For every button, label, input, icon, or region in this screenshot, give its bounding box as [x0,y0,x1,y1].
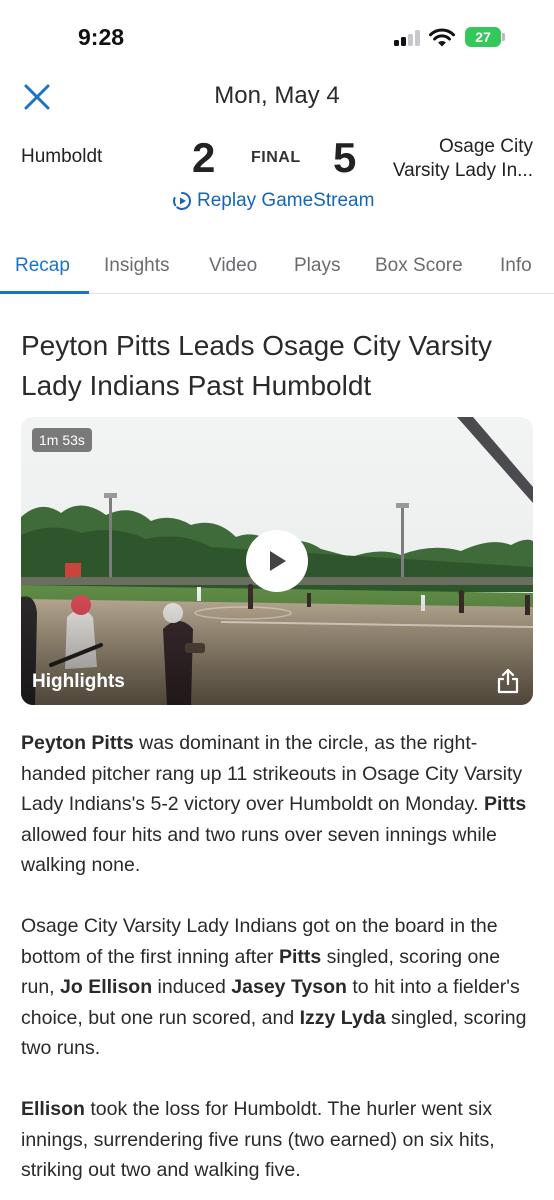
video-title: Highlights [32,671,125,692]
text-run: took the loss for Humboldt. The hurler w… [21,1098,495,1181]
tab-video[interactable]: Video [209,255,257,277]
tab-insights[interactable]: Insights [104,255,169,277]
replay-gamestream-link[interactable]: Replay GameStream [172,190,374,212]
wifi-icon [429,28,455,47]
video-duration: 1m 53s [32,428,92,452]
article-body: Peyton Pitts was dominant in the circle,… [21,728,533,1200]
cellular-signal-icon [394,30,422,46]
away-team-score: 5 [333,134,357,181]
player-name: Pitts [278,945,322,968]
article-paragraph: Osage City Varsity Lady Indians got on t… [21,911,533,1064]
text-run: allowed four hits and two runs over seve… [21,823,497,877]
text-run: induced [152,976,232,998]
battery-level: 27 [475,29,491,45]
home-team-score: 2 [192,134,216,181]
active-tab-indicator [0,291,89,294]
away-team-name-line1: Osage City [439,136,533,157]
replay-gamestream-label: Replay GameStream [197,190,375,211]
replay-play-icon [173,192,191,210]
player-name: Izzy Lyda [299,1006,386,1029]
player-name: Peyton Pitts [21,732,134,754]
article-paragraph: Peyton Pitts was dominant in the circle,… [21,728,533,881]
status-time: 9:28 [78,24,125,50]
status-bar: 9:28 27 [0,0,554,72]
play-icon [270,551,286,571]
share-icon[interactable] [494,667,522,695]
player-name: Pitts [483,793,527,815]
battery-icon: 27 [465,27,505,47]
player-name: Ellison [21,1098,85,1120]
article-paragraph: Ellison took the loss for Humboldt. The … [21,1094,533,1186]
tab-recap[interactable]: Recap [15,255,70,277]
player-name: Jasey Tyson [231,976,347,998]
game-status: FINAL [251,149,301,166]
play-button[interactable] [246,530,308,592]
tab-box-score[interactable]: Box Score [375,255,463,277]
highlights-video[interactable]: 1m 53s Highlights [21,417,533,705]
away-team-name[interactable]: Osage City Varsity Lady In... [363,135,533,183]
player-name: Jo Ellison [60,976,153,998]
home-team-name[interactable]: Humboldt [21,146,102,168]
article-headline: Peyton Pitts Leads Osage City Varsity La… [21,330,493,401]
tab-info[interactable]: Info [500,255,532,277]
away-team-name-line2: Varsity Lady In... [392,160,533,181]
tab-plays[interactable]: Plays [294,255,340,277]
tab-bar: Recap Insights Video Plays Box Score Inf… [0,248,554,294]
game-date: Mon, May 4 [214,82,340,109]
